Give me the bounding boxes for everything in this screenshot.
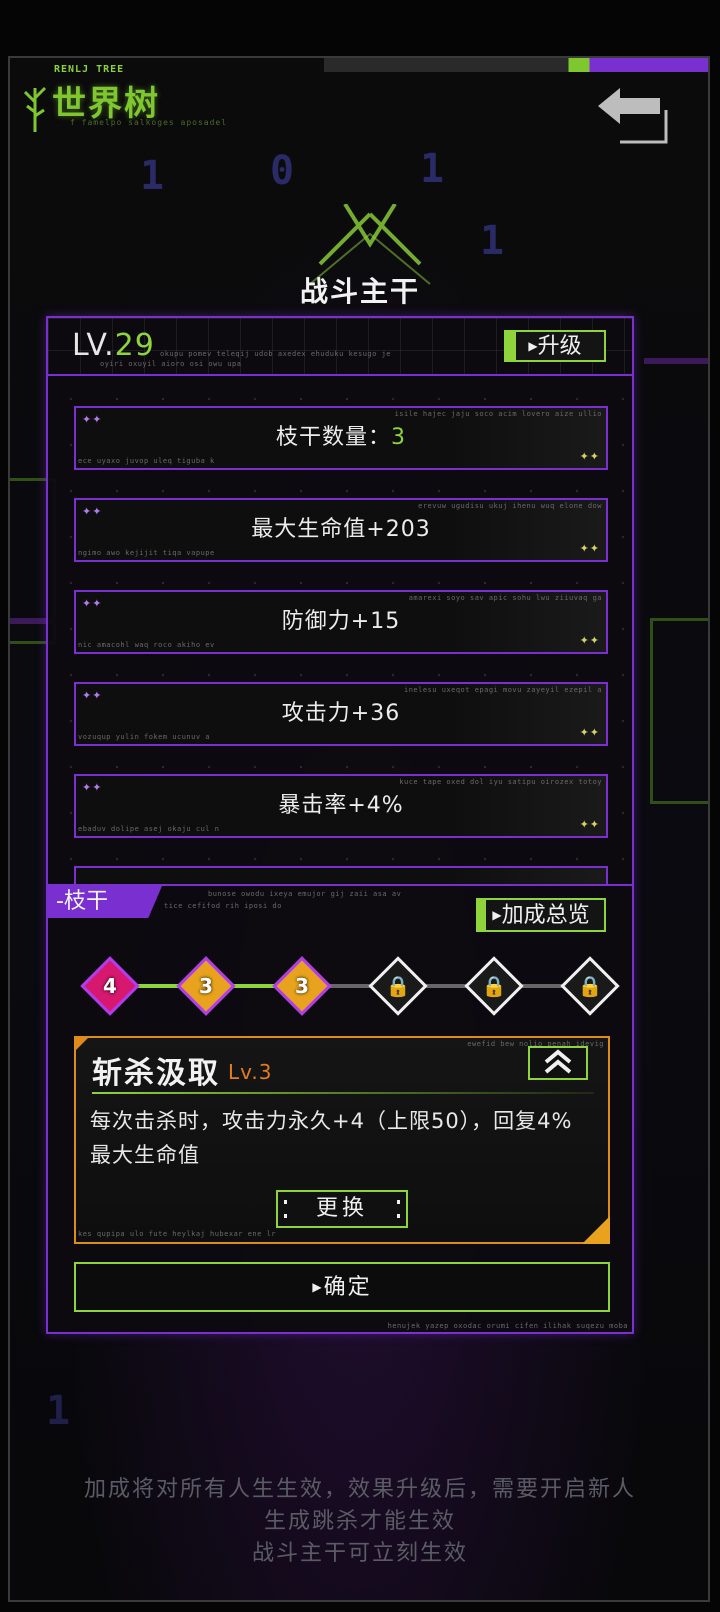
bg-digit: 0 bbox=[270, 148, 295, 194]
sparkle-icon: ✦✦ bbox=[579, 450, 600, 463]
branch-node-2[interactable]: 3 bbox=[176, 956, 236, 1016]
logo-subtitle: f famelpo salkoges aposadel bbox=[70, 118, 228, 127]
page-title: 战斗主干 bbox=[299, 275, 420, 308]
stat-card-partial bbox=[74, 866, 608, 884]
node-label: 4 bbox=[103, 974, 117, 998]
deco-text: tice cefifod rih iposi do bbox=[164, 902, 282, 910]
stat-value: 3 bbox=[391, 425, 406, 450]
level-value: 29 bbox=[114, 328, 155, 363]
branch-node-1[interactable]: 4 bbox=[80, 956, 140, 1016]
footer-line: 加成将对所有人生生效，效果升级后，需要开启新人 bbox=[83, 1477, 636, 1502]
play-triangle-icon: ▶ bbox=[528, 339, 538, 353]
stat-label: 攻击力+36 bbox=[281, 701, 401, 726]
sparkle-icon: ✦✦ bbox=[579, 818, 600, 831]
back-arrow-icon[interactable] bbox=[590, 86, 670, 146]
deco-text: ece uyaxo juvop uleq tiguba k bbox=[78, 457, 215, 465]
branch-node-track: 4 3 3 🔒 🔒 🔒 bbox=[80, 956, 620, 1016]
bg-digit: 1 bbox=[140, 153, 165, 199]
bg-circuit bbox=[650, 618, 708, 804]
stat-label: 最大生命值+203 bbox=[251, 517, 431, 542]
level-row: LV.29 okupu pomev teleqij udob axedex eh… bbox=[48, 318, 632, 376]
sparkle-icon: ✦✦ bbox=[579, 634, 600, 647]
stat-label: 暴击率+4% bbox=[278, 793, 404, 818]
stat-card: ✦✦ 攻击力+36 inelesu uxeqot epagi movu zaye… bbox=[74, 682, 608, 746]
sparkle-icon: ✦✦ bbox=[82, 689, 103, 702]
skill-level: Lv.3 bbox=[228, 1060, 273, 1084]
stat-card: ✦✦ 防御力+15 amarexi soyo sav apic sohu lwu… bbox=[74, 590, 608, 654]
skill-name: 斩杀汲取 bbox=[92, 1056, 220, 1091]
bg-digit: 1 bbox=[420, 146, 445, 192]
stat-label: 枝干数量： bbox=[275, 425, 391, 450]
lock-icon: 🔒 bbox=[481, 974, 507, 998]
branch-node-3[interactable]: 3 bbox=[272, 956, 332, 1016]
swap-button[interactable]: 更换 bbox=[276, 1190, 408, 1228]
footer-line: 生成跳杀才能生效 bbox=[263, 1509, 456, 1534]
logo-small-text: RENLJ TREE bbox=[54, 64, 125, 75]
tree-icon bbox=[23, 86, 47, 132]
bg-circuit bbox=[644, 358, 708, 364]
deco-text: isile hajec jaju soco acim lovero aize u… bbox=[394, 410, 602, 418]
main-panel: LV.29 okupu pomev teleqij udob axedex eh… bbox=[46, 316, 634, 1334]
branch-node-locked[interactable]: 🔒 bbox=[464, 956, 524, 1016]
stat-card: ✦✦ 最大生命值+203 erevuw ugudisu ukuj ihenu w… bbox=[74, 498, 608, 562]
branch-section: -枝干 bunose owodu ixeya emujor gij zaii a… bbox=[48, 884, 632, 1336]
confirm-label: 确定 bbox=[323, 1275, 372, 1300]
play-triangle-icon: ▶ bbox=[492, 908, 502, 922]
bonus-overview-button[interactable]: ▶加成总览 bbox=[476, 898, 606, 932]
deco-text: ebaduv dolipe asej okaju cul n bbox=[78, 825, 220, 833]
stats-list[interactable]: ✦✦ 枝干数量：3 isile hajec jaju soco acim lov… bbox=[48, 376, 632, 884]
upgrade-button[interactable]: ▶升级 bbox=[504, 330, 606, 362]
branch-node-locked[interactable]: 🔒 bbox=[560, 956, 620, 1016]
sparkle-icon: ✦✦ bbox=[82, 781, 103, 794]
bg-digit: 1 bbox=[480, 218, 505, 264]
level-label: LV.29 bbox=[72, 328, 155, 363]
dots-decor bbox=[397, 1200, 400, 1218]
sparkle-icon: ✦✦ bbox=[82, 413, 103, 426]
divider bbox=[92, 1092, 594, 1094]
double-chevron-up-icon bbox=[544, 1049, 572, 1074]
deco-text: kes qupipa ulo fute heylkaj hubexar ene … bbox=[78, 1230, 277, 1238]
stat-card: ✦✦ 暴击率+4% kuce tape oxed dol iyu satipu … bbox=[74, 774, 608, 838]
dots-decor bbox=[284, 1200, 287, 1218]
stat-label: 防御力+15 bbox=[281, 609, 401, 634]
deco-text: erevuw ugudisu ukuj ihenu wuq elone dow bbox=[418, 502, 602, 510]
skill-card: 斩杀汲取 Lv.3 ewefid bew nolio penah idevig … bbox=[74, 1036, 610, 1244]
collapse-button[interactable] bbox=[528, 1046, 588, 1080]
skill-description: 每次击杀时，攻击力永久+4（上限50），回复4%最大生命值 bbox=[90, 1109, 573, 1167]
lock-icon: 🔒 bbox=[577, 974, 603, 998]
bg-digit: 1 bbox=[46, 1388, 71, 1434]
node-label: 3 bbox=[199, 974, 213, 998]
footer-notice: 加成将对所有人生生效，效果升级后，需要开启新人 生成跳杀才能生效 战斗主干可立刻… bbox=[0, 1474, 720, 1570]
deco-text: henujek yazep oxodac orumi cifen ilihak … bbox=[387, 1322, 628, 1330]
play-triangle-icon: ▶ bbox=[312, 1280, 324, 1294]
branch-node-locked[interactable]: 🔒 bbox=[368, 956, 428, 1016]
deco-text: okupu pomev teleqij udob axedex ehuduku … bbox=[160, 350, 392, 358]
lock-icon: 🔒 bbox=[385, 974, 411, 998]
deco-text: amarexi soyo sav apic sohu lwu ziiuvaq g… bbox=[408, 594, 602, 602]
confirm-button[interactable]: ▶确定 bbox=[74, 1262, 610, 1312]
upgrade-label: 升级 bbox=[537, 334, 582, 359]
deco-text: oyiri oxuyil aioro osi owu upa bbox=[100, 360, 242, 368]
swap-label: 更换 bbox=[315, 1196, 368, 1221]
deco-text: vozuqup yulin fokem ucunuv a bbox=[78, 733, 211, 741]
overview-label: 加成总览 bbox=[501, 903, 590, 928]
level-prefix: LV. bbox=[72, 328, 115, 363]
deco-text: kuce tape oxed dol iyu satipu oirozex to… bbox=[399, 778, 602, 786]
sparkle-icon: ✦✦ bbox=[579, 726, 600, 739]
deco-text: ngimo awo kejijit tiqa vapupe bbox=[78, 549, 215, 557]
sparkle-icon: ✦✦ bbox=[82, 597, 103, 610]
sparkle-icon: ✦✦ bbox=[82, 505, 103, 518]
node-label: 3 bbox=[295, 974, 309, 998]
branch-tab: -枝干 bbox=[48, 886, 162, 918]
deco-text: nic amacohl waq roco akiho ev bbox=[78, 641, 215, 649]
footer-line: 战斗主干可立刻生效 bbox=[251, 1541, 468, 1566]
deco-text: inelesu uxeqot epagi movu zayeyil ezepil… bbox=[403, 686, 602, 694]
stat-card: ✦✦ 枝干数量：3 isile hajec jaju soco acim lov… bbox=[74, 406, 608, 470]
deco-text: bunose owodu ixeya emujor gij zaii asa a… bbox=[208, 890, 402, 898]
sparkle-icon: ✦✦ bbox=[579, 542, 600, 555]
